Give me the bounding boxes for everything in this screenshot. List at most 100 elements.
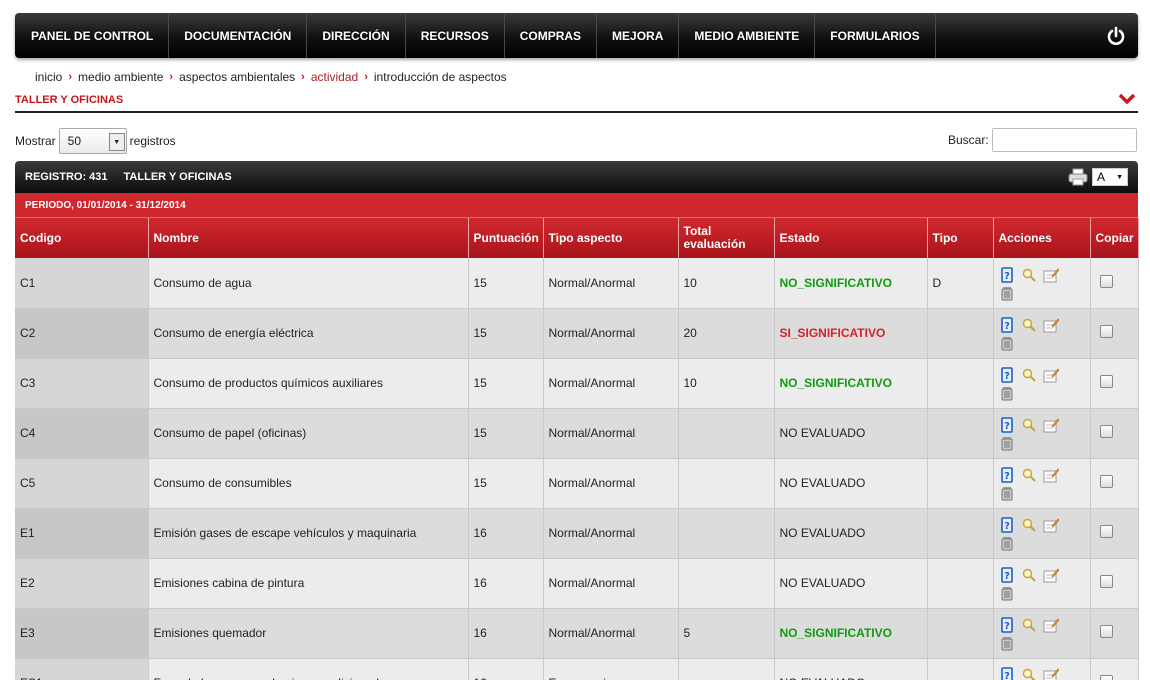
edit-icon[interactable] [1043,467,1059,483]
cell-name: Fuga de bases y gas de aire acondicionad… [148,658,469,680]
magnifier-icon[interactable] [1021,667,1037,680]
nav-panel-de-control[interactable]: PANEL DE CONTROL [15,13,170,58]
svg-text:?: ? [1004,271,1010,282]
cell-code: C4 [15,408,149,459]
copy-checkbox[interactable] [1099,425,1113,438]
col-total-evaluacion[interactable]: Total evaluación [678,218,775,258]
cell-actions: ? [993,308,1091,359]
page-length-select[interactable]: 50 ▼ [58,128,127,154]
breadcrumb-aspectos[interactable]: aspectos ambientales [179,70,295,84]
cell-actions: ? [993,358,1091,409]
cell-code: C5 [15,458,149,509]
magnifier-icon[interactable] [1021,567,1037,583]
col-tipo[interactable]: Tipo [927,218,994,258]
search-input[interactable] [991,128,1137,152]
logout-button[interactable] [1094,13,1138,58]
magnifier-icon[interactable] [1021,417,1037,433]
edit-icon[interactable] [1043,317,1059,333]
breadcrumb: inicio › medio ambiente › aspectos ambie… [35,70,507,84]
chevron-down-icon [1118,93,1136,105]
info-document-icon[interactable]: ? [999,367,1015,383]
copy-checkbox[interactable] [1099,274,1113,288]
cell-code: ES1 [15,658,149,680]
table-row: ES1 Fuga de bases y gas de aire acondici… [15,658,1139,680]
chevron-right-icon: › [364,71,368,83]
cell-total: 20 [678,308,775,359]
cell-code: C3 [15,358,149,409]
info-document-icon[interactable]: ? [999,417,1015,433]
page-length-value: 50 [67,134,82,148]
nav-compras[interactable]: COMPRAS [505,13,598,58]
info-document-icon[interactable]: ? [999,266,1015,283]
cell-type [927,408,994,459]
copy-checkbox[interactable] [1099,625,1113,638]
nav-mejora[interactable]: MEJORA [597,13,680,58]
col-codigo[interactable]: Codigo [15,218,149,258]
edit-icon[interactable] [1043,667,1059,680]
trash-icon[interactable] [999,335,1015,351]
edit-icon[interactable] [1043,367,1059,383]
col-puntuacion[interactable]: Puntuación [468,218,544,258]
copy-checkbox[interactable] [1099,475,1113,488]
cell-status: NO_SIGNIFICATIVO [774,358,928,409]
magnifier-icon[interactable] [1021,317,1037,333]
edit-icon[interactable] [1043,417,1059,433]
breadcrumb-actividad[interactable]: actividad [311,70,358,84]
nav-recursos[interactable]: RECURSOS [406,13,505,58]
edit-icon[interactable] [1043,517,1059,533]
cell-name: Emisión gases de escape vehículos y maqu… [148,508,469,559]
edit-icon[interactable] [1043,267,1059,283]
breadcrumb-medio-ambiente[interactable]: medio ambiente [78,70,163,84]
cell-status: SI_SIGNIFICATIVO [774,308,928,359]
edit-icon[interactable] [1043,567,1059,583]
printer-icon[interactable] [1068,167,1088,187]
copy-checkbox[interactable] [1099,525,1113,538]
cell-actions: ? [993,458,1091,509]
magnifier-icon[interactable] [1021,617,1037,633]
info-document-icon[interactable]: ? [999,467,1015,483]
trash-icon[interactable] [999,635,1015,651]
breadcrumb-inicio[interactable]: inicio [35,70,62,84]
record-header-bar: REGISTRO: 431 TALLER Y OFICINAS A ▼ [15,161,1138,193]
copy-checkbox[interactable] [1099,325,1113,338]
copy-checkbox[interactable] [1099,575,1113,588]
info-document-icon[interactable]: ? [999,617,1015,633]
table-row: E1 Emisión gases de escape vehículos y m… [15,508,1139,559]
chevron-right-icon: › [169,71,174,83]
nav-documentacion[interactable]: DOCUMENTACIÓN [169,13,308,58]
nav-formularios[interactable]: FORMULARIOS [815,13,936,58]
trash-icon[interactable] [999,485,1015,501]
magnifier-icon[interactable] [1021,267,1037,283]
col-nombre[interactable]: Nombre [148,218,469,258]
cell-name: Consumo de productos químicos auxiliares [148,358,469,409]
cell-code: C1 [15,258,149,309]
info-document-icon[interactable]: ? [999,317,1015,333]
cell-name: Emisiones quemador [148,608,469,659]
copy-checkbox[interactable] [1099,675,1113,680]
cell-copy [1090,258,1139,309]
col-tipo-aspecto[interactable]: Tipo aspecto [543,218,679,258]
copy-checkbox[interactable] [1099,375,1113,388]
info-document-icon[interactable]: ? [999,667,1015,680]
table-body: C1 Consumo de agua 15 Normal/Anormal 10 … [15,258,1139,680]
magnifier-icon[interactable] [1021,467,1037,483]
record-tools: A ▼ [1068,167,1128,187]
cell-total [678,558,775,609]
trash-icon[interactable] [999,435,1015,451]
trash-icon[interactable] [999,385,1015,401]
font-size-select[interactable]: A ▼ [1092,168,1128,186]
top-nav: PANEL DE CONTROL DOCUMENTACIÓN DIRECCIÓN… [15,13,1138,58]
col-estado[interactable]: Estado [774,218,928,258]
magnifier-icon[interactable] [1021,367,1037,383]
trash-icon[interactable] [999,285,1015,301]
nav-direccion[interactable]: DIRECCIÓN [307,13,406,58]
magnifier-icon[interactable] [1021,517,1037,533]
trash-icon[interactable] [999,535,1015,551]
edit-icon[interactable] [1043,617,1059,633]
info-document-icon[interactable]: ? [999,517,1015,533]
info-document-icon[interactable]: ? [999,567,1015,583]
nav-medio-ambiente[interactable]: MEDIO AMBIENTE [679,13,816,58]
trash-icon[interactable] [999,585,1015,601]
cell-actions: ? [993,658,1091,680]
collapse-toggle[interactable] [1118,92,1136,109]
